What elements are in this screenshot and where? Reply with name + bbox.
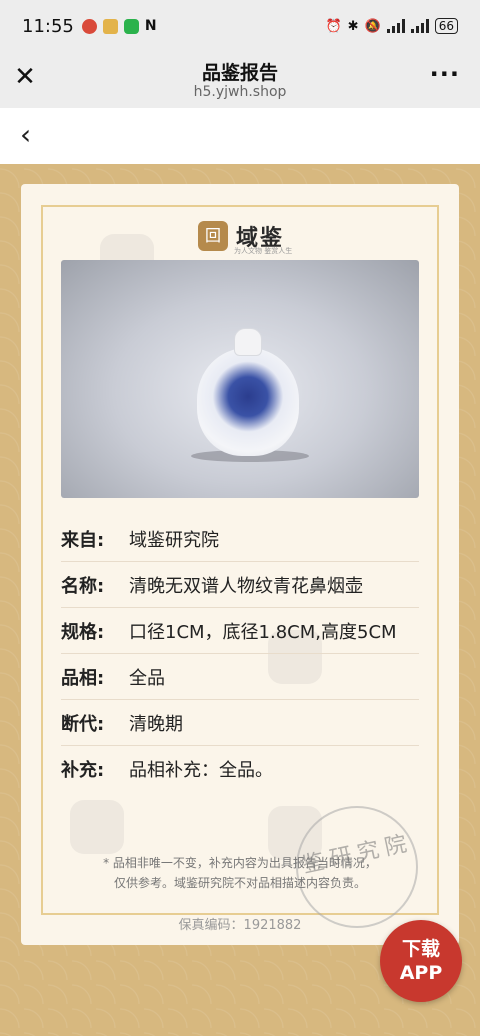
bluetooth-icon: ✱: [347, 18, 359, 34]
app-button-line: 下载: [401, 938, 440, 960]
signal-icon: [410, 19, 429, 33]
status-time: 11:55: [22, 15, 74, 37]
status-right: ⏰ ✱ 🔕 66: [325, 18, 458, 34]
detail-list: 来自: 域鉴研究院 名称: 清晚无双谱人物纹青花鼻烟壶 规格: 口径1CM，底径…: [61, 516, 419, 792]
row-label: 品相:: [61, 667, 105, 689]
app-button-line: APP: [399, 962, 443, 984]
row-label: 断代:: [61, 713, 105, 735]
chevron-left-icon[interactable]: ‹: [20, 118, 31, 151]
watermark-logo-icon: [70, 800, 124, 854]
frame-corner: [41, 205, 81, 245]
title-bar: ✕ 品鉴报告 h5.yjwh.shop ···: [0, 52, 480, 108]
row-value: 清晚期: [129, 713, 183, 735]
detail-row-condition: 品相: 全品: [61, 654, 419, 700]
frame-corner: [399, 205, 439, 245]
page-title: 品鉴报告: [201, 62, 278, 84]
row-label: 补充:: [61, 760, 105, 781]
row-value: 域鉴研究院: [129, 529, 219, 551]
row-label: 来自:: [61, 529, 105, 551]
row-label: 名称:: [61, 575, 105, 597]
row-value: 口径1CM，底径1.8CM,高度5CM: [129, 621, 397, 643]
disclaimer-line: 仅供参考。域鉴研究院不对品相描述内容负责。: [113, 876, 366, 890]
item-photo[interactable]: [61, 260, 419, 498]
download-app-button[interactable]: 下载 APP: [380, 920, 462, 1002]
status-bar: 11:55 N ⏰ ✱ 🔕 66: [0, 0, 480, 52]
row-value: 品相补充：全品。: [129, 760, 273, 781]
logo-subtitle: 为人文物 鉴赏人生: [234, 247, 293, 255]
detail-row-name: 名称: 清晚无双谱人物纹青花鼻烟壶: [61, 562, 419, 608]
nfc-icon: N: [144, 18, 157, 34]
nav-bar: ‹: [0, 108, 480, 164]
more-icon[interactable]: ···: [430, 60, 460, 88]
cake-app-icon: [102, 18, 118, 34]
signal-icon: [386, 19, 405, 33]
wechat-icon: [123, 18, 139, 34]
logo-mark-icon: 回: [198, 221, 228, 251]
snuff-bottle-neck: [234, 328, 262, 356]
page-url: h5.yjwh.shop: [193, 84, 287, 100]
app-notification-icon: [81, 18, 97, 34]
row-label: 规格:: [61, 621, 105, 643]
mute-icon: 🔕: [364, 18, 381, 34]
battery-icon: 66: [434, 18, 458, 34]
detail-row-note: 补充: 品相补充：全品。: [61, 746, 419, 792]
alarm-icon: ⏰: [325, 18, 342, 34]
snuff-bottle-body: [197, 348, 299, 456]
row-value: 全品: [129, 667, 165, 689]
detail-row-size: 规格: 口径1CM，底径1.8CM,高度5CM: [61, 608, 419, 654]
disclaimer: * 品相非唯一不变，补充内容为出具报告当时情况， 仅供参考。域鉴研究院不对品相描…: [61, 853, 419, 893]
detail-row-period: 断代: 清晚期: [61, 700, 419, 746]
detail-row-source: 来自: 域鉴研究院: [61, 516, 419, 562]
row-value: 清晚无双谱人物纹青花鼻烟壶: [129, 575, 363, 597]
disclaimer-line: * 品相非唯一不变，补充内容为出具报告当时情况，: [103, 856, 377, 870]
